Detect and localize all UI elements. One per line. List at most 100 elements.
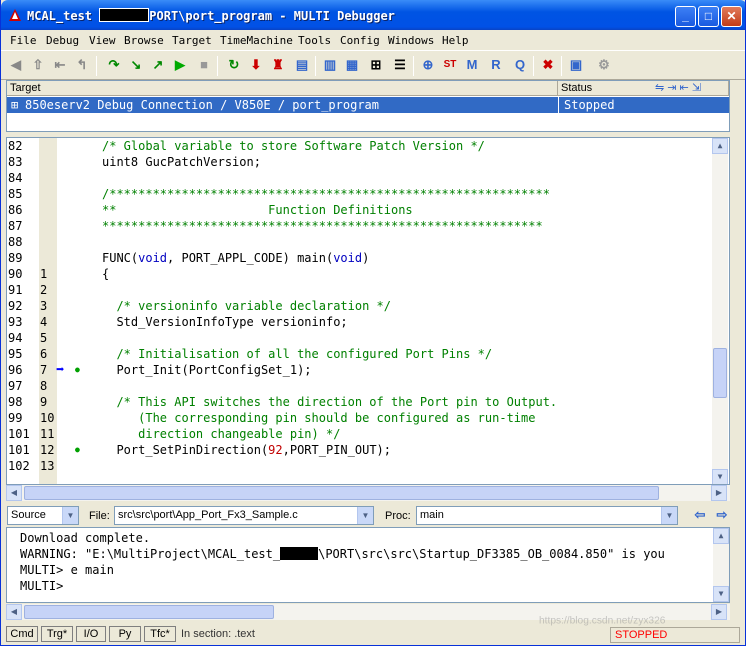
- tab-py[interactable]: Py: [109, 626, 141, 642]
- line-number: 90: [8, 267, 23, 281]
- code-line[interactable]: /* This API switches the direction of th…: [102, 394, 557, 410]
- debugger-window: MCAL_test PORT\port_program - MULTI Debu…: [0, 0, 746, 646]
- scroll-down-button[interactable]: ▼: [713, 586, 729, 602]
- scroll-thumb[interactable]: [713, 348, 727, 398]
- title-bar[interactable]: MCAL_test PORT\port_program - MULTI Debu…: [1, 0, 745, 30]
- line-number: 84: [8, 171, 23, 185]
- code-line[interactable]: /* Global variable to store Software Pat…: [102, 138, 485, 154]
- block-line-number: 5: [40, 331, 48, 345]
- block-line-number: 3: [40, 299, 48, 313]
- chevron-down-icon[interactable]: ▼: [62, 507, 78, 524]
- step-back-icon[interactable]: ⇤: [51, 56, 69, 74]
- code-line[interactable]: ** Function Definitions: [102, 202, 413, 218]
- list-icon[interactable]: ☰: [391, 56, 409, 74]
- code-line[interactable]: uint8 GucPatchVersion;: [102, 154, 261, 170]
- q-icon[interactable]: Q: [511, 56, 529, 74]
- target-column-header[interactable]: Target: [7, 81, 558, 96]
- scroll-right-button[interactable]: ▶: [711, 604, 727, 620]
- arrow-icon[interactable]: ⇋ ⇥ ⇤ ⇲: [655, 81, 701, 95]
- step-over-icon[interactable]: ↷: [105, 56, 123, 74]
- return-icon[interactable]: ↰: [73, 56, 91, 74]
- scroll-left-button[interactable]: ◀: [6, 604, 22, 620]
- h-scroll-thumb[interactable]: [24, 605, 274, 619]
- stop-icon[interactable]: ■: [195, 56, 213, 74]
- notes-icon[interactable]: ▣: [567, 56, 585, 74]
- code-line[interactable]: ****************************************…: [102, 218, 543, 234]
- code-line[interactable]: Port_Init(PortConfigSet_1);: [102, 362, 311, 378]
- menu-help[interactable]: Help: [442, 34, 469, 47]
- file-icon-1[interactable]: ▤: [293, 56, 311, 74]
- maximize-button[interactable]: □: [698, 6, 719, 27]
- scroll-down-button[interactable]: ▼: [712, 469, 728, 484]
- tab-io[interactable]: I/O: [76, 626, 106, 642]
- file-icon-2[interactable]: ▥: [321, 56, 339, 74]
- scroll-up-button[interactable]: ▲: [712, 138, 728, 154]
- run-icon[interactable]: ▶: [171, 56, 189, 74]
- restart-icon[interactable]: ↻: [225, 56, 243, 74]
- code-line[interactable]: Port_SetPinDirection(92,PORT_PIN_OUT);: [102, 442, 391, 458]
- scroll-right-button[interactable]: ▶: [711, 485, 727, 501]
- editor-horizontal-scrollbar[interactable]: ◀ ▶: [6, 485, 730, 501]
- menu-view[interactable]: View: [89, 34, 116, 47]
- remove-icon[interactable]: ✖: [539, 56, 557, 74]
- code-line[interactable]: direction changeable pin) */: [102, 426, 340, 442]
- command-console[interactable]: Download complete. WARNING: "E:\MultiPro…: [6, 527, 730, 603]
- menu-windows[interactable]: Windows: [388, 34, 434, 47]
- code-line[interactable]: (The corresponding pin should be configu…: [102, 410, 535, 426]
- tab-trg[interactable]: Trg*: [41, 626, 73, 642]
- back-arrow-icon[interactable]: ◀: [7, 56, 25, 74]
- chevron-down-icon[interactable]: ▼: [357, 507, 373, 524]
- st-icon[interactable]: ST: [441, 56, 459, 74]
- menu-debug[interactable]: Debug: [46, 34, 79, 47]
- back-nav-icon[interactable]: ⇦: [691, 506, 709, 524]
- code-line[interactable]: Std_VersionInfoType versioninfo;: [102, 314, 347, 330]
- up-arrow-icon[interactable]: ⇧: [29, 56, 47, 74]
- file-icon-3[interactable]: ▦: [343, 56, 361, 74]
- source-editor[interactable]: 82/* Global variable to store Software P…: [6, 137, 730, 485]
- code-line[interactable]: FUNC(void, PORT_APPL_CODE) main(void): [102, 250, 369, 266]
- line-number: 83: [8, 155, 23, 169]
- code-line[interactable]: /* Initialisation of all the configured …: [102, 346, 492, 362]
- tab-cmd[interactable]: Cmd: [6, 626, 38, 642]
- file-select[interactable]: src\src\port\App_Port_Fx3_Sample.c ▼: [114, 506, 374, 525]
- minimize-button[interactable]: _: [675, 6, 696, 27]
- menu-file[interactable]: File: [10, 34, 37, 47]
- zoom-icon[interactable]: ⊕: [419, 56, 437, 74]
- toolbar-separator: [96, 56, 97, 76]
- add-breakpoint-icon[interactable]: ⊞: [367, 56, 385, 74]
- menu-timemachine[interactable]: TimeMachine: [220, 34, 293, 47]
- console-prompt[interactable]: MULTI>: [20, 578, 63, 594]
- r-icon[interactable]: R: [487, 56, 505, 74]
- menu-browse[interactable]: Browse: [124, 34, 164, 47]
- close-button[interactable]: ✕: [721, 6, 742, 27]
- code-line[interactable]: {: [102, 266, 109, 282]
- h-scroll-thumb[interactable]: [24, 486, 659, 500]
- forward-nav-icon[interactable]: ⇨: [713, 506, 731, 524]
- menu-tools[interactable]: Tools: [298, 34, 331, 47]
- download-icon[interactable]: ⬇: [247, 56, 265, 74]
- menu-config[interactable]: Config: [340, 34, 380, 47]
- gear-icon[interactable]: ⚙: [595, 56, 613, 74]
- scroll-up-button[interactable]: ▲: [713, 528, 729, 544]
- reload-icon[interactable]: ♜: [269, 56, 287, 74]
- chevron-down-icon[interactable]: ▼: [661, 507, 677, 524]
- block-line-number: 8: [40, 379, 48, 393]
- menu-target[interactable]: Target: [172, 34, 212, 47]
- step-into-icon[interactable]: ↘: [127, 56, 145, 74]
- target-row[interactable]: ⊞ 850eserv2 Debug Connection / V850E / p…: [7, 97, 729, 113]
- proc-label: Proc:: [385, 510, 411, 522]
- line-number: 94: [8, 331, 23, 345]
- proc-select[interactable]: main ▼: [416, 506, 678, 525]
- code-line[interactable]: /***************************************…: [102, 186, 550, 202]
- code-line[interactable]: /* versioninfo variable declaration */: [102, 298, 391, 314]
- tab-tfc[interactable]: Tfc*: [144, 626, 176, 642]
- view-mode-select[interactable]: Source ▼: [7, 506, 79, 525]
- console-vertical-scrollbar[interactable]: ▲ ▼: [713, 528, 729, 602]
- status-column-header[interactable]: Status ⇋ ⇥ ⇤ ⇲: [558, 81, 729, 96]
- m-icon[interactable]: M: [463, 56, 481, 74]
- step-out-icon[interactable]: ↗: [149, 56, 167, 74]
- scroll-left-button[interactable]: ◀: [6, 485, 22, 501]
- block-line-number: 13: [40, 459, 55, 473]
- expand-icon[interactable]: ⊞: [11, 97, 18, 113]
- editor-vertical-scrollbar[interactable]: ▲ ▼: [712, 138, 728, 484]
